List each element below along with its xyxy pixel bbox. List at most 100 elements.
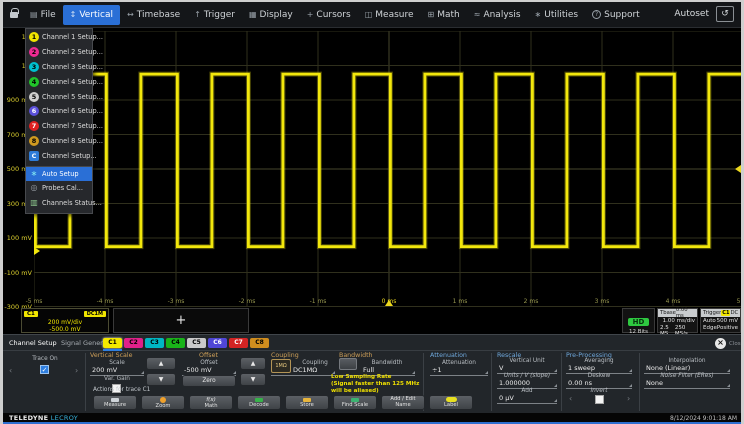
vertical-menu-item-channel-6-setup[interactable]: 6Channel 6 Setup... [26,104,92,119]
menu-item-support[interactable]: ?Support [585,5,647,25]
menu-item-utilities[interactable]: ∗Utilities [528,5,586,25]
menubar: ▤File↕Vertical↔Timebase↑Trigger▦Display+… [3,2,741,28]
channel-5-icon: 5 [29,92,39,102]
attenuation-field[interactable]: ÷1 [430,366,488,376]
timebase-scale: 1.00 ms/div [663,318,695,324]
channel-button-c6[interactable]: C6 [208,338,227,348]
vertical-menu-item-channel-5-setup[interactable]: 5Channel 5 Setup... [26,89,92,104]
trace-on-checkbox[interactable] [40,365,49,374]
offset-down-button[interactable]: ▼ [240,373,266,386]
support-icon: ? [592,10,601,19]
vertical-menu-item-channel-2-setup[interactable]: 2Channel 2 Setup... [26,45,92,60]
channel-2-icon: 2 [29,47,39,57]
auto-setup-icon: ∗ [29,169,39,179]
scale-field[interactable]: 200 mV [90,366,144,376]
menu-item-file[interactable]: ▤File [23,5,63,25]
add-edit-name-button[interactable]: Add / EditName [381,395,425,410]
menu-item-label: Measure [375,10,413,20]
close-icon[interactable]: × [715,338,726,349]
offset-up-button[interactable]: ▲ [240,357,266,370]
tab-channel-setup[interactable]: Channel Setup [9,339,57,347]
vertical-menu-item-channel-4-setup[interactable]: 4Channel 4 Setup... [26,74,92,89]
trace-action-buttons: Measure Zoom f(x)Math Decode Store Find Scale… [93,395,473,410]
c1-descriptor-box[interactable]: C1 DC1M 200 mV/div -500.0 mV [21,308,109,333]
analysis-icon: ≈ [474,10,481,19]
menu-item-math[interactable]: ⊞Math [421,5,467,25]
zero-button[interactable]: Zero [182,375,236,387]
menu-item-label: Support [604,10,640,20]
prev-channel-icon[interactable]: ‹ [9,366,12,375]
vertical-scale-header: Vertical Scale [90,352,133,359]
menu-item-label: Trigger [204,10,235,20]
menu-item-label: Analysis [483,10,520,20]
dialog-tab-row: Channel Setup Signal Generator C1C2C3C4C… [3,335,741,351]
channel-button-c7[interactable]: C7 [229,338,248,348]
trigger-summary-box[interactable]: Trigger C1 DC Auto 500 mV Edge Positive [700,308,741,333]
math-action-icon: f(x) [206,397,215,403]
timebase-icon: ↔ [127,10,134,19]
menu-item-analysis[interactable]: ≈Analysis [467,5,528,25]
find-scale-button[interactable]: Find Scale [333,395,377,410]
vertical-menu-item-channel-setup[interactable]: CChannel Setup... [26,148,92,163]
channel-button-c8[interactable]: C8 [250,338,269,348]
menu-item-label: Utilities [544,10,578,20]
vertical-menu-item-channel-1-setup[interactable]: 1Channel 1 Setup... [26,30,92,45]
scale-down-button[interactable]: ▼ [146,373,176,386]
invert-checkbox[interactable] [595,395,604,404]
status-bar: TELEDYNE LECROY 8/12/2024 9:01:18 AM [3,413,741,422]
coupling-field[interactable]: DC1MΩ [271,366,335,376]
store-button[interactable]: Store [285,395,329,410]
button-label: Math [205,404,218,409]
channel-button-c4[interactable]: C4 [166,338,185,348]
add-trace-button[interactable]: + [113,308,249,333]
measure-action-icon [111,398,119,402]
preprocessing-right-icon[interactable]: › [627,394,630,403]
close-label: Close [729,341,741,347]
display-icon: ▦ [249,10,257,19]
trigger-level-marker-icon[interactable] [735,165,741,173]
preprocessing-left-icon[interactable]: ‹ [569,394,572,403]
noise-filter-field[interactable]: None [644,379,730,389]
menu-item-display[interactable]: ▦Display [242,5,300,25]
vertical-menu-item-channel-7-setup[interactable]: 7Channel 7 Setup... [26,119,92,134]
undo-autoset-icon[interactable]: ↺ [716,6,734,22]
lock-icon [10,12,18,18]
channel-button-c1[interactable]: C1 [103,338,122,348]
vertical-menu-item-auto-setup[interactable]: ∗Auto Setup [26,166,92,181]
math-button[interactable]: f(x)Math [189,395,233,410]
label-button[interactable]: Label [429,395,473,410]
trigger-time-marker-icon[interactable] [385,300,393,306]
x-axis-label: 3 ms [587,298,617,305]
scale-up-button[interactable]: ▲ [146,357,176,370]
zoom-button[interactable]: Zoom [141,395,185,410]
button-label: Find Scale [342,403,368,408]
channel-setup-dialog: Channel Setup Signal Generator C1C2C3C4C… [3,334,741,413]
menu-item-measure[interactable]: ◫Measure [358,5,421,25]
autoset-button[interactable]: Autoset [674,9,709,19]
menu-item-label: Channel 6 Setup... [42,107,103,115]
menu-item-trigger[interactable]: ↑Trigger [187,5,242,25]
hd-mode-box[interactable]: HD 12 Bits [622,308,655,333]
channel-6-icon: 6 [29,106,39,116]
oscilloscope-screen: ▤File↕Vertical↔Timebase↑Trigger▦Display+… [3,2,741,424]
menu-item-timebase[interactable]: ↔Timebase [120,5,187,25]
vertical-menu-item-probes-cal[interactable]: ◎Probes Cal... [26,181,92,196]
next-channel-icon[interactable]: › [75,366,78,375]
channel-button-c3[interactable]: C3 [145,338,164,348]
button-label: Decode [249,403,269,408]
vertical-menu-item-channel-3-setup[interactable]: 3Channel 3 Setup... [26,60,92,75]
c1-trace-marker-icon[interactable] [34,247,40,255]
decode-button[interactable]: Decode [237,395,281,410]
channel-button-c2[interactable]: C2 [124,338,143,348]
measure-button[interactable]: Measure [93,395,137,410]
vertical-menu-item-channels-status[interactable]: ▥Channels Status... [26,196,92,211]
timebase-summary-box[interactable]: Tbase 0.00 ms 1.00 ms/div 2.5 MS 250 MS/… [657,308,698,333]
vertical-menu-item-channel-8-setup[interactable]: 8Channel 8 Setup... [26,134,92,149]
menu-item-vertical[interactable]: ↕Vertical [63,5,120,25]
menu-item-cursors[interactable]: +Cursors [300,5,358,25]
add-field[interactable]: 0 μV [497,394,557,404]
clock: 8/12/2024 9:01:18 AM [670,415,737,422]
channel-4-icon: 4 [29,77,39,87]
invert-label: Invert [566,388,632,394]
channel-button-c5[interactable]: C5 [187,338,206,348]
